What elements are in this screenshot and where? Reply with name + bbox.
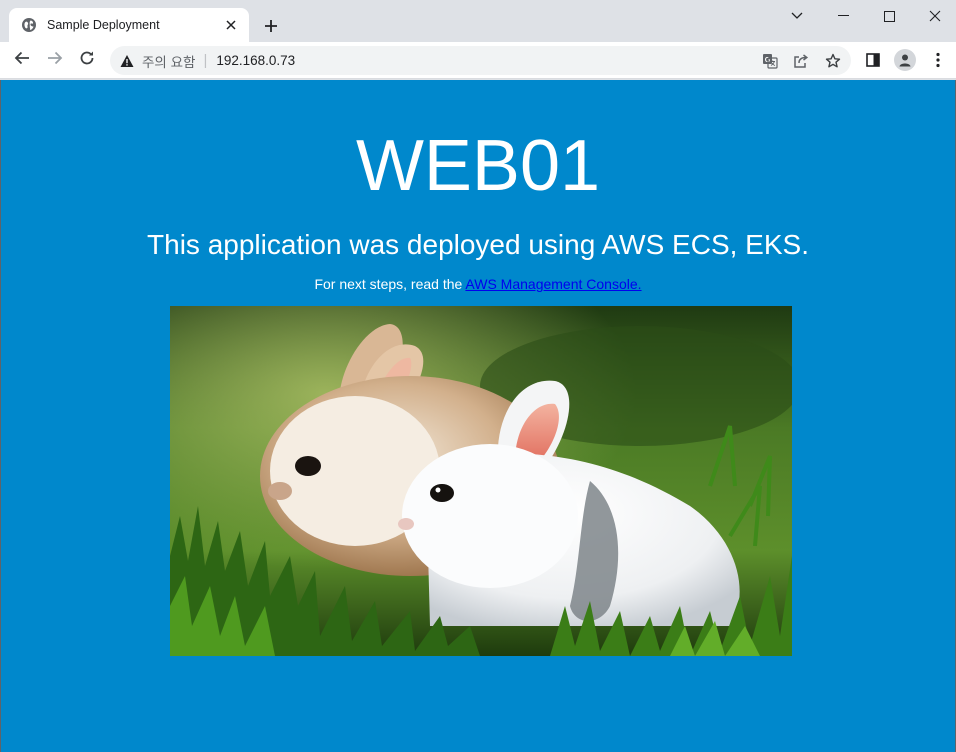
next-steps-text: For next steps, read the AWS Management …: [1, 276, 955, 292]
browser-tab-active[interactable]: Sample Deployment: [9, 8, 249, 42]
new-tab-button[interactable]: [258, 13, 284, 39]
tab-title: Sample Deployment: [47, 18, 160, 32]
translate-icon[interactable]: G: [760, 51, 780, 71]
minimize-button[interactable]: [820, 0, 866, 32]
maximize-button[interactable]: [866, 0, 912, 32]
security-status-label[interactable]: 주의 요함: [142, 51, 195, 71]
next-steps-prefix: For next steps, read the: [314, 276, 463, 292]
bunnies-photo: [170, 306, 792, 656]
reload-button[interactable]: [73, 46, 101, 74]
side-panel-icon[interactable]: [861, 48, 885, 72]
forward-arrow-icon: [47, 50, 63, 71]
aws-console-link[interactable]: AWS Management Console.: [465, 276, 641, 292]
back-button[interactable]: [8, 46, 36, 74]
browser-titlebar: Sample Deployment: [0, 0, 956, 42]
more-menu-icon[interactable]: [926, 48, 950, 72]
page-subtitle: This application was deployed using AWS …: [147, 229, 809, 260]
address-separator: |: [203, 52, 208, 69]
globe-icon: [21, 17, 37, 33]
close-window-button[interactable]: [912, 0, 956, 32]
address-bar[interactable]: 주의 요함 | 192.168.0.73 G: [110, 46, 851, 75]
reload-icon: [79, 50, 95, 71]
back-arrow-icon: [14, 50, 30, 71]
tab-search-chevron-icon[interactable]: [774, 0, 820, 32]
warning-icon[interactable]: [120, 54, 134, 68]
page-content: WEB01 This application was deployed usin…: [0, 80, 956, 752]
profile-icon: [894, 49, 916, 71]
browser-toolbar: 주의 요함 | 192.168.0.73 G: [0, 42, 956, 79]
profile-button[interactable]: [893, 48, 917, 72]
forward-button[interactable]: [41, 46, 69, 74]
page-title: WEB01: [355, 126, 601, 206]
tab-close-icon[interactable]: [221, 15, 241, 35]
url-text[interactable]: 192.168.0.73: [216, 53, 295, 68]
share-icon[interactable]: [791, 51, 811, 71]
bookmark-star-icon[interactable]: [823, 51, 843, 71]
